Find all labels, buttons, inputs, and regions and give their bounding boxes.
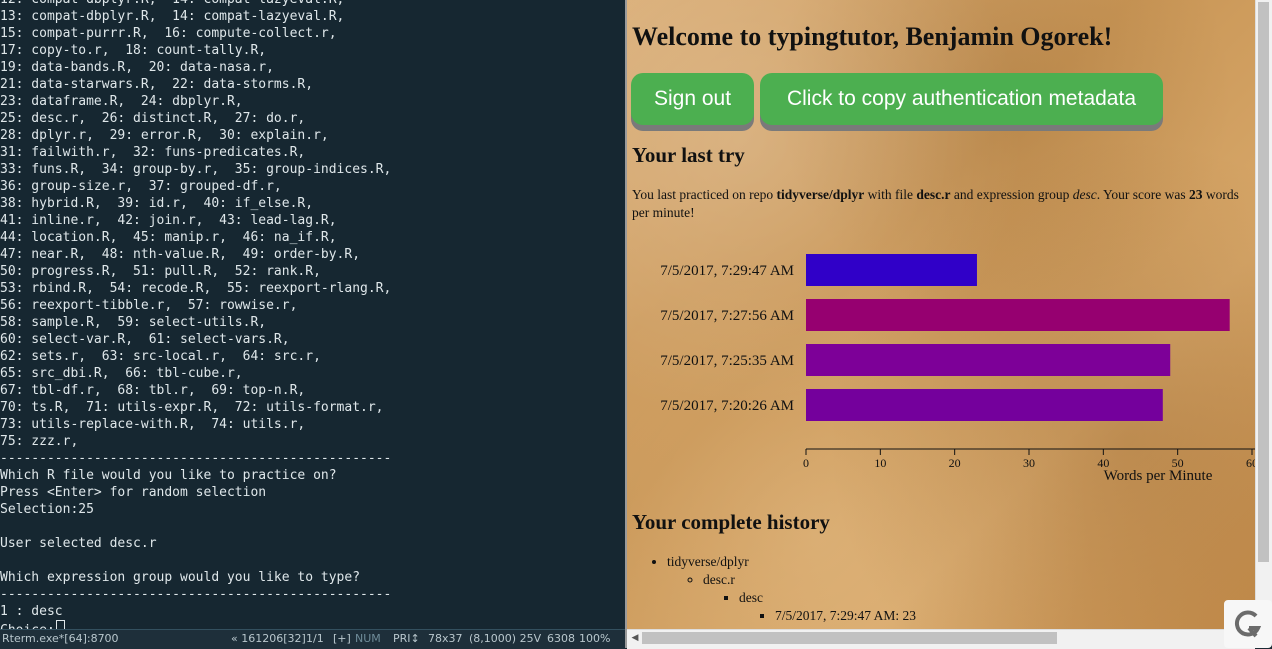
- terminal-line: Press <Enter> for random selection: [0, 485, 267, 500]
- terminal-line: 47: near.R, 48: nth-value.R, 49: order-b…: [0, 247, 361, 262]
- terminal-line: User selected desc.r: [0, 536, 157, 551]
- last-try-summary: You last practiced on repo tidyverse/dpl…: [632, 186, 1247, 222]
- terminal-line: 75: zzz.r,: [0, 434, 79, 449]
- summary-text: with file: [864, 187, 917, 202]
- chart-x-tick-label: 60: [1246, 456, 1255, 470]
- terminal-line: ----------------------------------------…: [0, 587, 392, 602]
- terminal-line: 1 : desc: [0, 604, 63, 619]
- summary-file: desc.r: [916, 187, 951, 202]
- history-file: desc.r: [703, 572, 735, 587]
- terminal-pane[interactable]: 12: compat-dbplyr.R, 14: compat-lazyeval…: [0, 0, 625, 629]
- terminal-line: 56: reexport-tibble.r, 57: rowwise.r,: [0, 298, 298, 313]
- terminal-line: 31: failwith.r, 32: funs-predicates.R,: [0, 145, 306, 160]
- history-entry: 7/5/2017, 7:29:47 AM: 23: [775, 607, 916, 625]
- horizontal-scroll-thumb[interactable]: [642, 632, 1057, 644]
- terminal-line: 53: rbind.R, 54: recode.R, 55: reexport-…: [0, 281, 392, 296]
- history-repo: tidyverse/dplyr: [667, 554, 749, 569]
- terminal-line: 67: tbl-df.r, 68: tbl.r, 69: top-n.R,: [0, 383, 306, 398]
- terminal-line: 58: sample.R, 59: select-utils.R,: [0, 315, 267, 330]
- history-repo-item: tidyverse/dplyr desc.r desc 7/5/2017, 7:…: [667, 553, 916, 629]
- terminal-line: 36: group-size.r, 37: grouped-df.r,: [0, 179, 282, 194]
- terminal-line: 73: utils-replace-with.R, 74: utils.r,: [0, 417, 306, 432]
- chart-x-tick-label: 30: [1023, 456, 1035, 470]
- chart-x-tick-label: 20: [949, 456, 961, 470]
- scroll-left-arrow-icon[interactable]: ◀: [629, 631, 641, 645]
- status-app: Rterm.exe*[64]:8700: [2, 632, 119, 645]
- terminal-status-bar: Rterm.exe*[64]:8700 « 161206[32] 1/1 [+]…: [0, 629, 625, 649]
- history-list: tidyverse/dplyr desc.r desc 7/5/2017, 7:…: [627, 553, 916, 629]
- history-group-item: desc 7/5/2017, 7:29:47 AM: 237/5/2017, 7…: [739, 589, 916, 629]
- chart-category-label: 7/5/2017, 7:20:26 AM: [660, 398, 794, 414]
- terminal-line: 62: sets.r, 63: src-local.r, 64: src.r,: [0, 349, 321, 364]
- vertical-scroll-thumb[interactable]: [1258, 2, 1269, 562]
- summary-repo: tidyverse/dplyr: [776, 187, 865, 202]
- summary-group: desc: [1072, 187, 1097, 202]
- status-size: 78x37: [428, 632, 463, 645]
- chart-bar: [806, 299, 1230, 331]
- terminal-line: 25: desc.r, 26: distinct.R, 27: do.r,: [0, 111, 306, 126]
- status-pri: PRI↕: [393, 632, 420, 645]
- terminal-line: Selection:25: [0, 502, 94, 517]
- terminal-line: Choice:: [0, 620, 391, 629]
- status-info: « 161206[32]: [231, 632, 306, 645]
- terminal-line: 17: copy-to.r, 18: count-tally.R,: [0, 43, 267, 58]
- history-file-item: desc.r desc 7/5/2017, 7:29:47 AM: 237/5/…: [703, 571, 916, 629]
- terminal-line: Which expression group would you like to…: [0, 570, 361, 585]
- terminal-line: 70: ts.R, 71: utils-expr.R, 72: utils-fo…: [0, 400, 384, 415]
- history-heading: Your complete history: [632, 510, 830, 534]
- terminal-line: ----------------------------------------…: [0, 451, 392, 466]
- terminal-line: Which R file would you like to practice …: [0, 468, 337, 483]
- browser-content: Welcome to typingtutor, Benjamin Ogorek!…: [627, 0, 1255, 629]
- terminal-line: 44: location.R, 45: manip.r, 46: na_if.R…: [0, 230, 337, 245]
- terminal-line: 33: funs.R, 34: group-by.r, 35: group-in…: [0, 162, 392, 177]
- chart-category-label: 7/5/2017, 7:25:35 AM: [660, 353, 794, 369]
- terminal-line: 13: compat-dbplyr.R, 14: compat-lazyeval…: [0, 9, 345, 24]
- status-coords: (8,1000) 25V: [469, 632, 542, 645]
- summary-text: . Your score was: [1096, 187, 1189, 202]
- chart-x-axis-label: Words per Minute: [1104, 468, 1213, 484]
- chart-x-tick-label: 0: [803, 456, 809, 470]
- welcome-heading: Welcome to typingtutor, Benjamin Ogorek!: [632, 22, 1113, 51]
- terminal-line: 15: compat-purrr.R, 16: compute-collect.…: [0, 26, 337, 41]
- terminal-line: 41: inline.r, 42: join.r, 43: lead-lag.R…: [0, 213, 337, 228]
- summary-text: You last practiced on repo: [632, 187, 777, 202]
- terminal-line: 21: data-starwars.R, 22: data-storms.R,: [0, 77, 314, 92]
- last-try-heading: Your last try: [632, 143, 745, 167]
- chart-category-label: 7/5/2017, 7:27:56 AM: [660, 308, 794, 324]
- status-num: NUM: [355, 632, 381, 645]
- sign-out-button[interactable]: Sign out: [631, 73, 754, 125]
- status-pid: 6308: [547, 632, 575, 645]
- history-group: desc: [739, 590, 763, 605]
- terminal-line: 50: progress.R, 51: pull.R, 52: rank.R,: [0, 264, 321, 279]
- chart-bar: [806, 344, 1171, 376]
- summary-score: 23: [1188, 187, 1203, 202]
- copy-auth-metadata-button[interactable]: Click to copy authentication metadata: [760, 73, 1163, 125]
- summary-text: and expression group: [950, 187, 1073, 202]
- terminal-line: 60: select-var.R, 61: select-vars.R,: [0, 332, 290, 347]
- terminal-line: 19: data-bands.R, 20: data-nasa.r,: [0, 60, 274, 75]
- status-position: 1/1: [306, 632, 324, 645]
- terminal-output: 12: compat-dbplyr.R, 14: compat-lazyeval…: [0, 0, 391, 629]
- recorder-logo-icon: [1224, 600, 1272, 648]
- status-zoom: 100%: [579, 632, 611, 645]
- chart-x-tick-label: 10: [874, 456, 886, 470]
- terminal-line: 38: hybrid.R, 39: id.r, 40: if_else.R,: [0, 196, 314, 211]
- terminal-line: 28: dplyr.r, 29: error.R, 30: explain.r,: [0, 128, 329, 143]
- wpm-bar-chart: 7/5/2017, 7:29:47 AM 7/5/2017, 7:27:56 AM…: [660, 254, 1255, 484]
- chart-bar: [806, 254, 977, 286]
- terminal-line: 12: compat-dbplyr.R, 14: compat-lazyeval…: [0, 0, 391, 8]
- terminal-line: 65: src_dbi.R, 66: tbl-cube.r,: [0, 366, 243, 381]
- status-mode: [+]: [333, 632, 351, 645]
- chart-category-label: 7/5/2017, 7:29:47 AM: [660, 263, 794, 279]
- terminal-line: 23: dataframe.R, 24: dbplyr.R,: [0, 94, 243, 109]
- chart-bar: [806, 389, 1163, 421]
- text-cursor: [55, 620, 65, 629]
